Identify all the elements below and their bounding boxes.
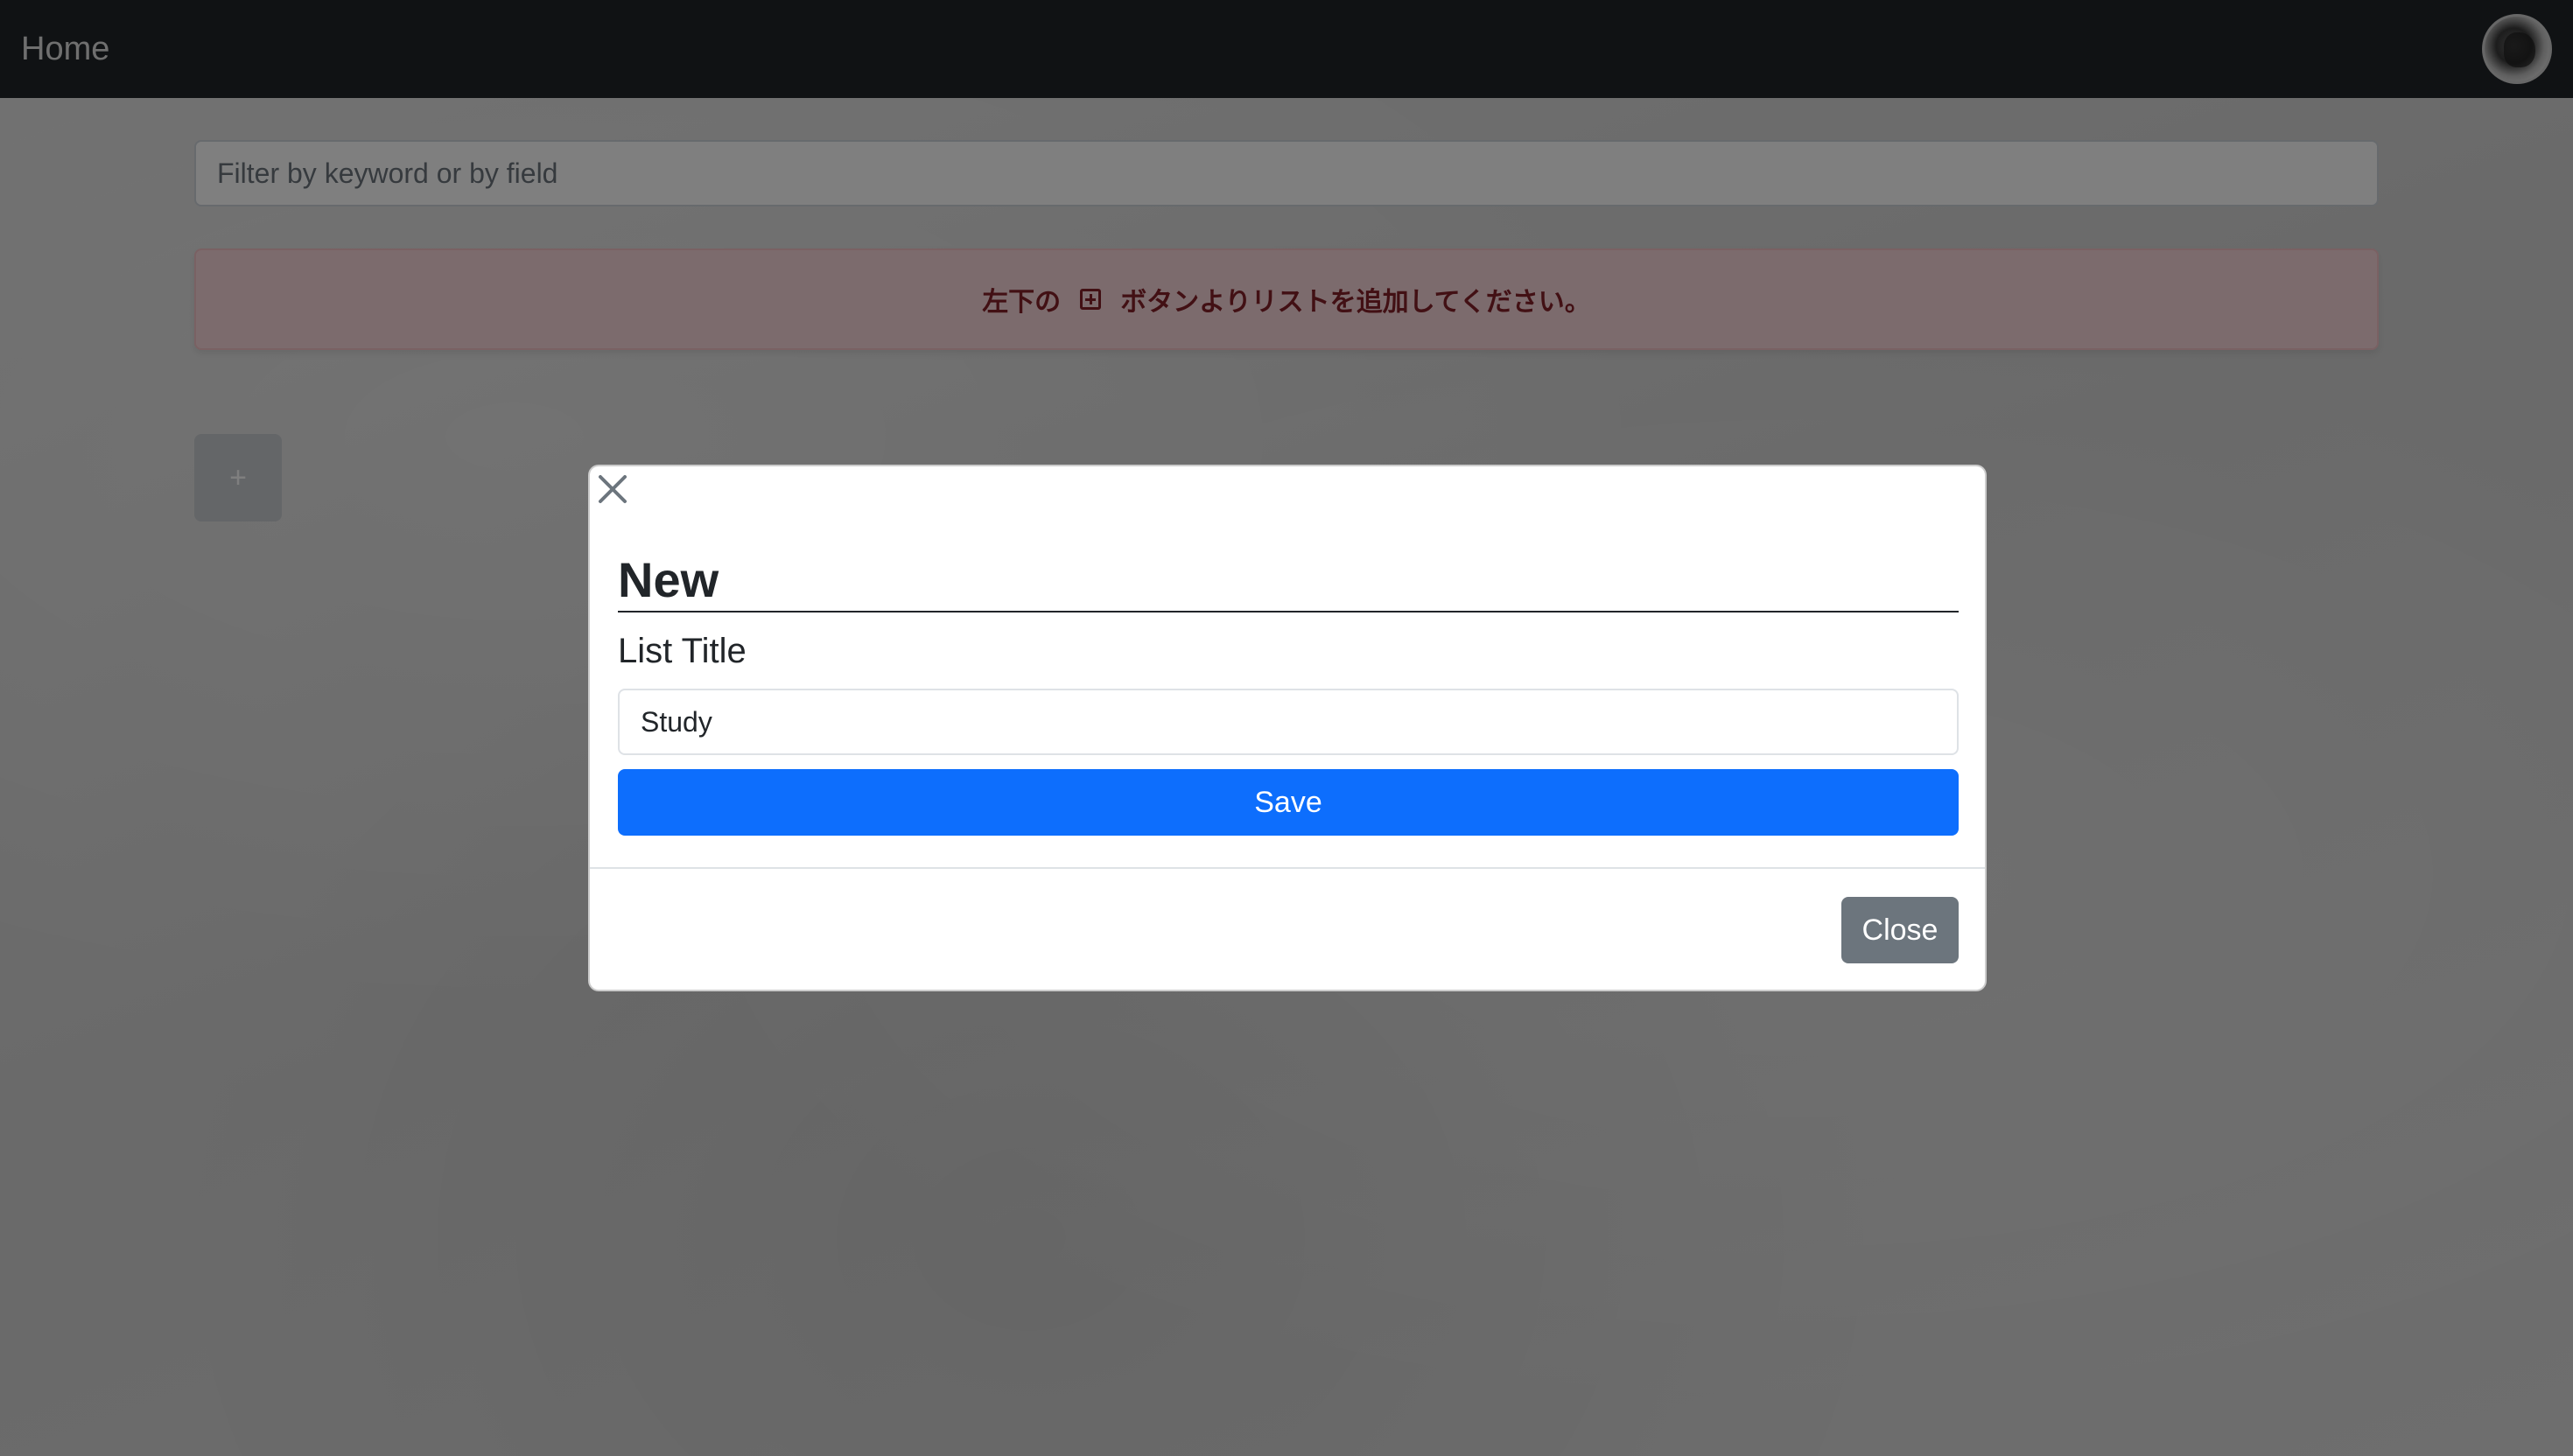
close-button[interactable]: Close	[1841, 897, 1959, 963]
list-title-input[interactable]	[618, 689, 1959, 756]
new-list-modal: New List Title Save Close	[588, 465, 1987, 991]
save-button[interactable]: Save	[618, 769, 1959, 836]
close-icon[interactable]	[592, 468, 634, 510]
modal-body: New List Title Save	[618, 550, 1959, 836]
list-title-label: List Title	[618, 632, 747, 671]
modal-title: New	[618, 550, 1959, 613]
modal-footer: Close	[590, 867, 1985, 990]
